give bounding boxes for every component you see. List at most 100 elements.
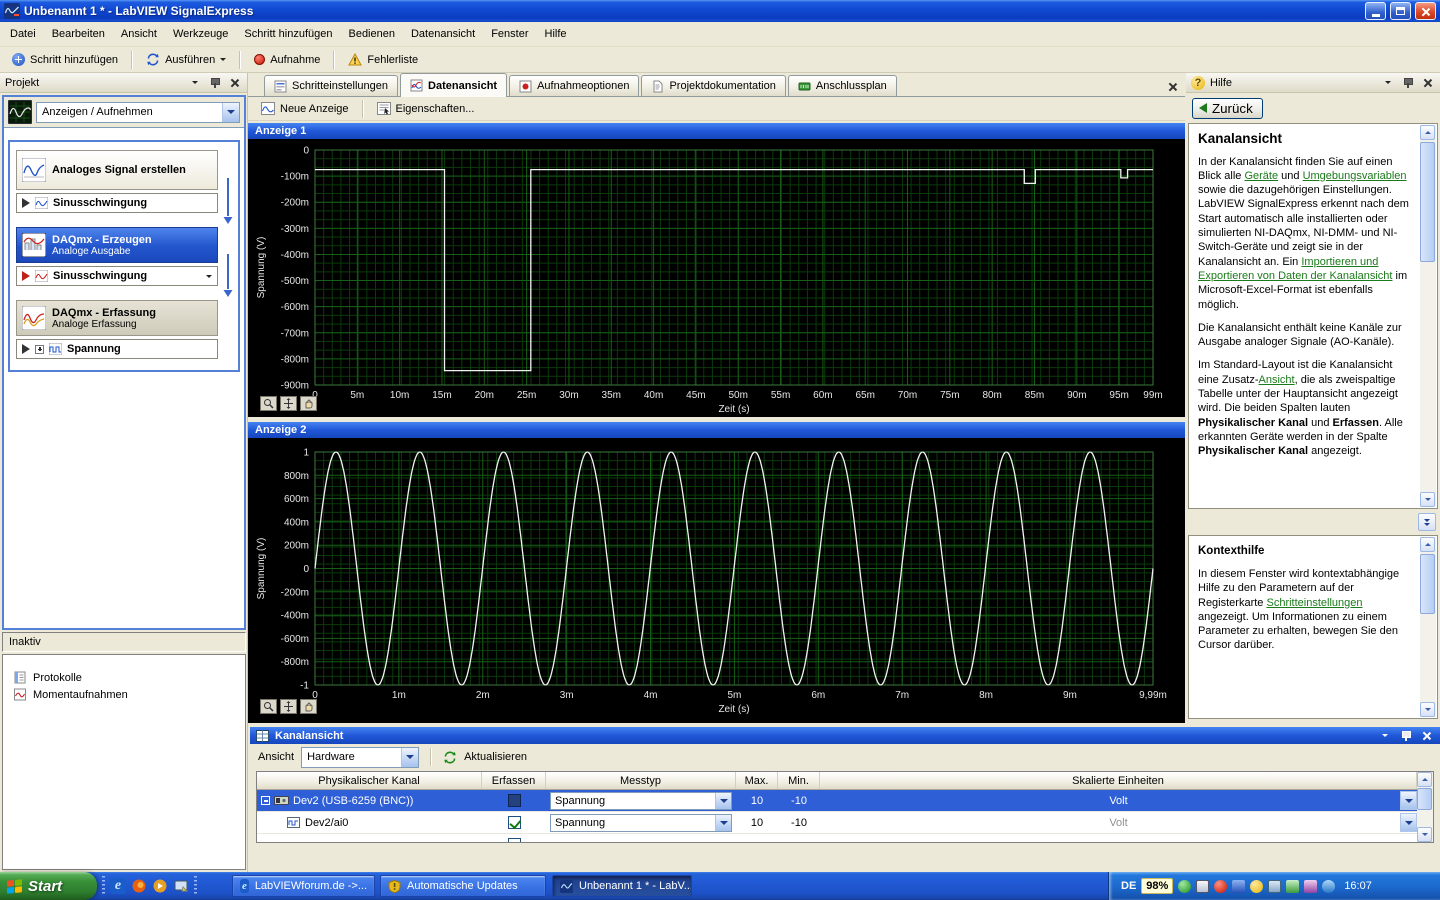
scroll-down-icon[interactable]	[1417, 827, 1432, 842]
col-min[interactable]: Min.	[778, 772, 820, 789]
help-pin-button[interactable]	[1400, 75, 1415, 90]
step-card-analoges-signal[interactable]: Analoges Signal erstellen Sinusschwingun…	[16, 150, 218, 213]
tab-anschlussplan[interactable]: Anschlussplan	[787, 75, 897, 96]
help-link[interactable]: Umgebungsvariablen	[1303, 170, 1407, 182]
help-back-button[interactable]: Zurück	[1192, 97, 1263, 119]
unit-cell[interactable]: Volt	[820, 790, 1417, 811]
new-display-button[interactable]: Neue Anzeige	[254, 99, 356, 118]
help-menu-button[interactable]	[1380, 75, 1395, 90]
hardware-dropdown-icon[interactable]	[401, 747, 419, 767]
scroll-down-icon[interactable]	[1420, 702, 1435, 717]
alert-icon[interactable]	[1214, 879, 1228, 893]
help-link[interactable]: Geräte	[1244, 170, 1278, 182]
media-player-icon[interactable]	[152, 878, 168, 894]
unit-dropdown-icon[interactable]	[1400, 791, 1417, 810]
scroll-down-icon[interactable]	[1420, 492, 1435, 507]
hand-tool-icon[interactable]	[300, 699, 317, 714]
max-value[interactable]: 10	[736, 790, 778, 811]
tab-schritteinstellungen[interactable]: Schritteinstellungen	[264, 75, 399, 96]
restore-button[interactable]	[1390, 2, 1411, 20]
step-output-sinusschwingung-2[interactable]: Sinusschwingung	[16, 266, 218, 286]
task-labviewforum[interactable]: e LabVIEWforum.de ->...	[232, 875, 375, 897]
properties-button[interactable]: Eigenschaften...	[370, 99, 482, 118]
display1-plot[interactable]: 0 5m 10m 15m 20m 25m 30m 35m 40m 45m 50m 55m 60m 65m 7…	[248, 139, 1185, 417]
error-list-button[interactable]: Fehlerliste	[341, 50, 425, 69]
menu-datenansicht[interactable]: Datenansicht	[403, 24, 483, 44]
refresh-button[interactable]: Aktualisieren	[464, 751, 527, 763]
display1-graph[interactable]: 0 5m 10m 15m 20m 25m 30m 35m 40m 45m 50m 55m 60m 65m 7…	[248, 139, 1185, 417]
unit-cell[interactable]: Volt	[820, 812, 1417, 833]
erfassen-checkbox[interactable]	[507, 816, 521, 829]
scroll-up-icon[interactable]	[1420, 537, 1435, 552]
context-help-scrollbar[interactable]	[1420, 537, 1436, 717]
scroll-up-icon[interactable]	[1420, 125, 1435, 140]
channel-menu-button[interactable]	[1377, 728, 1392, 743]
display-settings-icon[interactable]	[1196, 879, 1210, 893]
tool-icon[interactable]	[1304, 879, 1318, 893]
internet-explorer-icon[interactable]: e	[110, 878, 126, 894]
quicklaunch-handle[interactable]	[102, 876, 105, 896]
menu-bedienen[interactable]: Bedienen	[340, 24, 403, 44]
channel-view-header[interactable]: Kanalansicht	[250, 727, 1440, 744]
close-data-view-button[interactable]	[1168, 82, 1177, 91]
antivirus-icon[interactable]	[1178, 879, 1192, 893]
refresh-icon[interactable]	[443, 751, 457, 764]
run-button[interactable]: Ausführen	[139, 50, 233, 69]
menu-ansicht[interactable]: Ansicht	[113, 24, 165, 44]
messtyp-dropdown-icon[interactable]	[715, 814, 731, 831]
menu-hilfe[interactable]: Hilfe	[537, 24, 575, 44]
collapse-icon[interactable]	[261, 796, 270, 805]
clock[interactable]: 16:07	[1344, 880, 1372, 892]
project-close-button[interactable]	[227, 75, 242, 90]
display2-plot[interactable]: 0 1m 2m 3m 4m 5m 6m 7m 8m 9m 9,99m 1 800m 600m 400m 200…	[248, 438, 1185, 723]
messtyp-select[interactable]: Spannung	[550, 813, 732, 832]
table-row-device[interactable]: Dev2 (USB-6259 (BNC)) Spannung 10 -10 Vo…	[257, 790, 1417, 812]
start-button[interactable]: Start	[0, 872, 97, 900]
run-dropdown-icon[interactable]	[220, 58, 227, 61]
channel-close-button[interactable]	[1419, 728, 1434, 743]
help-link[interactable]: Schritteinstellungen	[1266, 597, 1362, 609]
step-output-dropdown-icon[interactable]	[206, 274, 212, 278]
messtyp-select[interactable]: Spannung	[550, 791, 732, 810]
record-button[interactable]: Aufnahme	[247, 51, 327, 69]
messenger-icon[interactable]	[1250, 879, 1264, 893]
tree-item-momentaufnahmen[interactable]: Momentaufnahmen	[3, 686, 245, 703]
zoom-tool-icon[interactable]	[260, 699, 277, 714]
step-output-spannung[interactable]: Spannung	[16, 339, 218, 359]
scroll-thumb[interactable]	[1420, 142, 1435, 262]
tab-aufnahmeoptionen[interactable]: Aufnahmeoptionen	[509, 75, 640, 96]
step-card-daqmx-erfassung[interactable]: DAQmx - Erfassung Analoge Erfassung Span…	[16, 300, 218, 359]
col-physikalischer-kanal[interactable]: Physikalischer Kanal	[257, 772, 482, 789]
update-icon[interactable]	[1322, 879, 1336, 893]
col-skalierte-einheiten[interactable]: Skalierte Einheiten	[820, 772, 1417, 789]
col-messtyp[interactable]: Messtyp	[546, 772, 736, 789]
project-menu-button[interactable]	[187, 75, 202, 90]
view-mode-select[interactable]: Anzeigen / Aufnehmen	[36, 101, 240, 123]
zoom-tool-icon[interactable]	[260, 396, 277, 411]
scroll-thumb[interactable]	[1417, 788, 1432, 810]
table-row-partial[interactable]	[257, 834, 1417, 842]
battery-indicator[interactable]: 98%	[1141, 878, 1174, 894]
help-scrollbar[interactable]	[1420, 125, 1436, 507]
step-card-daqmx-erzeugen[interactable]: DAQmx - Erzeugen Analoge Ausgabe Sinussc…	[16, 227, 218, 286]
menu-fenster[interactable]: Fenster	[483, 24, 536, 44]
task-signalexpress[interactable]: Unbenannt 1 * - LabV...	[552, 875, 692, 897]
scroll-up-icon[interactable]	[1417, 772, 1432, 787]
show-desktop-icon[interactable]	[173, 878, 189, 894]
menu-bearbeiten[interactable]: Bearbeiten	[44, 24, 113, 44]
minimize-button[interactable]	[1365, 2, 1386, 20]
display2-header[interactable]: Anzeige 2	[248, 422, 1185, 438]
max-value[interactable]: 10	[736, 812, 778, 833]
min-value[interactable]: -10	[778, 812, 820, 833]
channel-table-scrollbar[interactable]	[1417, 772, 1433, 842]
erfassen-checkbox[interactable]	[507, 838, 521, 842]
display2-graph[interactable]: 0 1m 2m 3m 4m 5m 6m 7m 8m 9m 9,99m 1 800m 600m 400m 200…	[248, 438, 1185, 723]
menu-datei[interactable]: Datei	[2, 24, 44, 44]
display1-header[interactable]: Anzeige 1	[248, 123, 1185, 139]
unit-dropdown-icon[interactable]	[1400, 813, 1417, 832]
help-link[interactable]: Ansicht	[1259, 374, 1295, 386]
min-value[interactable]: -10	[778, 790, 820, 811]
expand-icon[interactable]	[35, 344, 44, 354]
quicklaunch-handle[interactable]	[194, 876, 197, 896]
tree-item-protokolle[interactable]: Protokolle	[3, 669, 245, 686]
